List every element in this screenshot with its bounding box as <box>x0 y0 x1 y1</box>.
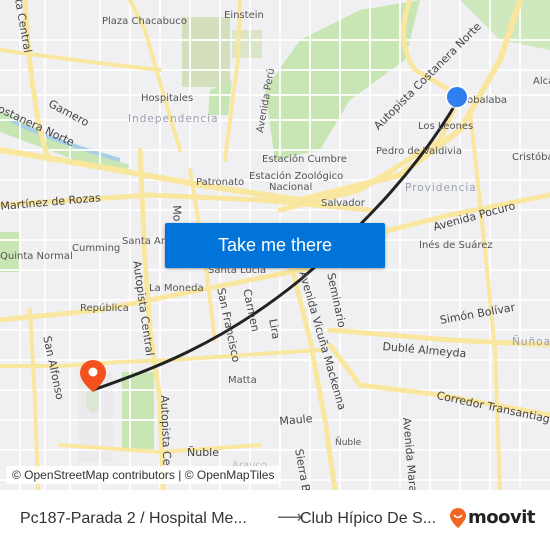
map-label: Autopista Ce <box>158 394 174 466</box>
moovit-pin-icon <box>450 507 466 528</box>
park-ohiggins <box>122 372 154 450</box>
map-label: Matta <box>228 375 257 386</box>
map-view[interactable]: Plaza Chacabuco Einstein Hospitales Inde… <box>0 0 550 490</box>
map-label: Estación Zoológico <box>249 171 344 182</box>
map-label: Los Leones <box>418 121 474 132</box>
map-label: Estación Cumbre <box>262 154 347 165</box>
moovit-logo[interactable]: moovit <box>450 507 536 528</box>
map-district-label: Providencia <box>405 182 477 194</box>
map-pin-icon <box>80 360 106 392</box>
map-label: Patronato <box>196 177 245 188</box>
destination-name: Club Hípico De S... <box>300 510 437 527</box>
map-label: Cumming <box>72 243 121 254</box>
map-label: La Moneda <box>149 283 204 294</box>
map-label: Quinta Normal <box>0 251 73 262</box>
arrow-right-icon: ⟶ <box>277 507 303 527</box>
map-district-label: Ñuñoa <box>512 336 550 348</box>
origin-stop-name: Pc187-Parada 2 / Hospital Me... <box>20 510 247 527</box>
map-label: Nacional <box>269 182 313 193</box>
map-label: Mo <box>170 204 184 222</box>
map-label: Alcá <box>533 76 550 87</box>
map-label: Hospitales <box>141 93 194 104</box>
map-attribution[interactable]: © OpenStreetMap contributors | © OpenMap… <box>6 466 281 484</box>
map-label: obalaba <box>467 95 507 106</box>
map-label: Salvador <box>321 198 365 209</box>
road-san-alfonso-w <box>28 308 40 490</box>
map-label: Maule <box>278 412 313 428</box>
moovit-wordmark: moovit <box>468 507 536 528</box>
map-label: Einstein <box>224 10 264 21</box>
map-label: Pedro de Valdivia <box>376 146 462 157</box>
origin-marker[interactable] <box>447 87 467 107</box>
map-label: Inés de Suárez <box>419 240 493 251</box>
destination-marker[interactable] <box>80 360 106 392</box>
map-label: Lira <box>266 317 283 341</box>
take-me-there-button[interactable]: Take me there <box>165 223 385 268</box>
map-label: República <box>80 303 129 314</box>
map-label: Cristóbal <box>512 152 550 163</box>
map-district-label: Independencia <box>128 113 219 125</box>
route-footer: Pc187-Parada 2 / Hospital Me... ⟶ Club H… <box>0 490 550 550</box>
park-cerro-san-cristobal <box>265 0 420 160</box>
map-label: Ñuble <box>335 438 362 448</box>
map-label: Plaza Chacabuco <box>102 16 187 27</box>
map-label: Ñuble <box>187 446 220 459</box>
